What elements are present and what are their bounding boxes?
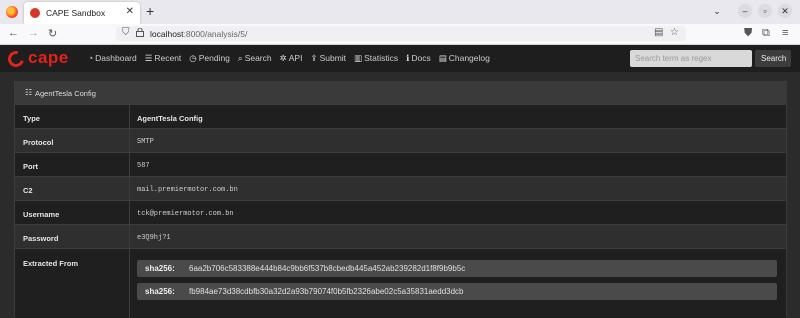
row-key: C2 xyxy=(23,186,33,195)
dashboard-icon: ◔ xyxy=(88,53,94,63)
column-divider xyxy=(129,225,130,249)
tab-list-icon[interactable]: ⌄ xyxy=(710,4,724,18)
reload-icon[interactable]: ↻ xyxy=(48,27,57,40)
list-icon: ☰ xyxy=(144,53,153,63)
nav-label: Search xyxy=(244,53,272,63)
column-divider xyxy=(129,153,130,177)
column-divider xyxy=(129,177,130,201)
row-value: e3Q9hj?1 xyxy=(137,234,171,242)
panel-title: AgentTesla Config xyxy=(35,89,96,98)
table-row: Type AgentTesla Config xyxy=(15,104,786,129)
nav-docs[interactable]: ℹ Docs xyxy=(406,53,431,64)
app-navbar: cape ◔ Dashboard ☰ Recent ◷ Pending ⌕ Search ✲ AP… xyxy=(0,45,800,72)
browser-nav-bar: ← → ↻ ⛉ localhost:8000/analysis/5/ ▤ ☆ ⛊… xyxy=(0,24,800,45)
table-row: Protocol SMTP xyxy=(15,128,786,153)
search-input[interactable] xyxy=(630,50,752,67)
nav-label: Pending xyxy=(198,53,230,63)
sha256-hash-box[interactable]: sha256: 6aa2b706c583388e444b84c9bb6f537b8… xyxy=(137,260,777,277)
brand-name: cape xyxy=(28,48,69,67)
row-key: Password xyxy=(23,234,59,243)
tab-close-icon[interactable]: ✕ xyxy=(126,6,134,17)
clock-icon: ◷ xyxy=(189,53,197,63)
url-host: localhost xyxy=(150,29,184,39)
nav-label: Dashboard xyxy=(95,53,137,63)
changelog-icon: ▤ xyxy=(438,53,447,63)
nav-recent[interactable]: ☰ Recent xyxy=(145,53,182,64)
nav-changelog[interactable]: ▤ Changelog xyxy=(439,53,490,64)
url-text: localhost:8000/analysis/5/ xyxy=(150,29,247,39)
row-value: 587 xyxy=(137,162,150,170)
list-icon: ☷ xyxy=(25,88,33,97)
minimize-icon[interactable]: – xyxy=(738,4,752,18)
row-key: Username xyxy=(23,210,60,219)
column-divider xyxy=(129,129,130,153)
hash-label: sha256: xyxy=(145,287,175,296)
address-bar[interactable]: ⛉ localhost:8000/analysis/5/ ▤ ☆ xyxy=(116,26,686,41)
upload-icon: ⇪ xyxy=(310,53,318,63)
browser-tab-bar: CAPE Sandbox ✕ + ⌄ – ▫ ✕ xyxy=(0,0,800,24)
forward-icon[interactable]: → xyxy=(28,27,39,39)
nav-label: Submit xyxy=(319,53,347,63)
hash-value: 6aa2b706c583388e444b84c9bb6f537b8cbedb44… xyxy=(189,264,466,273)
new-tab-icon[interactable]: + xyxy=(146,3,154,19)
row-key: Port xyxy=(23,162,38,171)
bookmark-star-icon[interactable]: ☆ xyxy=(670,27,679,38)
column-divider xyxy=(129,249,130,318)
nav-statistics[interactable]: ▥ Statistics xyxy=(354,53,398,64)
nav-label: Docs xyxy=(411,53,431,63)
cape-logo-icon xyxy=(5,48,27,70)
nav-pending[interactable]: ◷ Pending xyxy=(189,53,230,64)
hash-value: fb984ae73d38cdbfb30a32d2a93b79074f0b5fb2… xyxy=(189,287,464,296)
close-window-icon[interactable]: ✕ xyxy=(778,4,792,18)
sha256-hash-box[interactable]: sha256: fb984ae73d38cdbfb30a32d2a93b79074… xyxy=(137,283,777,300)
cape-favicon-icon xyxy=(30,8,40,18)
extensions-icon[interactable]: ⧉ xyxy=(762,27,770,40)
browser-tab[interactable]: CAPE Sandbox ✕ xyxy=(24,2,140,24)
config-panel: ☷ AgentTesla Config Type AgentTesla Confi… xyxy=(14,81,787,318)
info-icon: ℹ xyxy=(406,53,410,63)
panel-header: ☷ AgentTesla Config xyxy=(15,82,786,104)
search-button[interactable]: Search xyxy=(755,50,791,67)
row-value: SMTP xyxy=(137,138,154,146)
table-row: Username tck@premiermotor.com.bn xyxy=(15,200,786,225)
row-value: mail.premiermotor.com.bn xyxy=(137,186,238,194)
nav-label: Statistics xyxy=(364,53,399,63)
menu-icon[interactable]: ≡ xyxy=(782,27,788,39)
row-key: Protocol xyxy=(23,138,54,147)
nav-label: API xyxy=(288,53,303,63)
shield-icon[interactable]: ⛉ xyxy=(122,27,130,38)
pocket-icon[interactable]: ⛊ xyxy=(744,27,752,40)
chart-icon: ▥ xyxy=(354,53,363,63)
tab-title: CAPE Sandbox xyxy=(46,8,106,18)
nav-dashboard[interactable]: ◔ Dashboard xyxy=(88,53,137,64)
page-info-icon[interactable] xyxy=(136,28,144,37)
nav-label: Changelog xyxy=(448,53,490,63)
row-key: Type xyxy=(23,114,40,123)
url-path: :8000/analysis/5/ xyxy=(183,29,248,39)
gears-icon: ✲ xyxy=(279,53,287,63)
row-value: AgentTesla Config xyxy=(137,114,203,123)
row-value: tck@premiermotor.com.bn xyxy=(137,210,234,218)
table-row: Password e3Q9hj?1 xyxy=(15,224,786,249)
main-menu: ◔ Dashboard ☰ Recent ◷ Pending ⌕ Search ✲ API ⇪ Sub… xyxy=(88,53,490,64)
search-icon: ⌕ xyxy=(237,53,243,63)
hash-label: sha256: xyxy=(145,264,175,273)
reader-view-icon[interactable]: ▤ xyxy=(654,27,663,38)
column-divider xyxy=(129,201,130,225)
table-row: C2 mail.premiermotor.com.bn xyxy=(15,176,786,201)
nav-api[interactable]: ✲ API xyxy=(280,53,303,64)
back-icon[interactable]: ← xyxy=(8,27,19,39)
nav-search[interactable]: ⌕ Search xyxy=(238,53,272,64)
nav-label: Recent xyxy=(154,53,182,63)
column-divider xyxy=(129,105,130,129)
table-row-extracted-from: Extracted From sha256: 6aa2b706c583388e444… xyxy=(15,248,786,318)
firefox-icon[interactable] xyxy=(6,6,18,18)
maximize-icon[interactable]: ▫ xyxy=(758,4,772,18)
nav-submit[interactable]: ⇪ Submit xyxy=(310,53,346,64)
table-row: Port 587 xyxy=(15,152,786,177)
row-key: Extracted From xyxy=(23,259,79,268)
